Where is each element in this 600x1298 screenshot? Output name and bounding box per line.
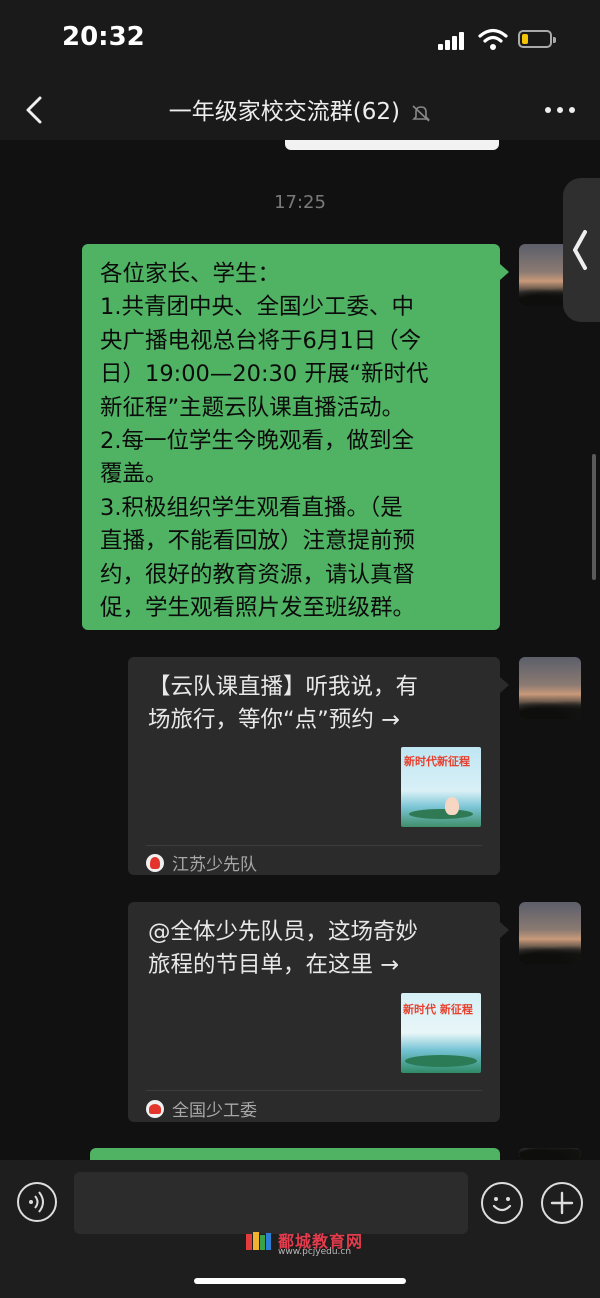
card-title-line: 【云队课直播】听我说，有 <box>148 674 419 700</box>
chat-area[interactable]: 17:25 各位家长、学生： 1.共青团中央、全国少工委、中 央广播电视总台将于… <box>0 140 600 1160</box>
message-line: 直播，不能看回放）注意提前预 <box>100 528 416 555</box>
smiley-face-icon <box>492 1197 512 1212</box>
message-line: 约，很好的教育资源，请认真督 <box>100 561 416 588</box>
site-watermark: 鄱城教育网 www.pcjyedu.cn <box>244 1228 374 1258</box>
announcement-message-bubble[interactable]: 各位家长、学生： 1.共青团中央、全国少工委、中 央广播电视总台将于6月1日（今… <box>82 244 500 630</box>
cellular-signal-icon <box>438 30 466 50</box>
next-message-bubble[interactable] <box>90 1148 500 1160</box>
battery-icon <box>518 30 556 48</box>
card-divider <box>146 1090 482 1091</box>
article-card-title: @全体少先队员，这场奇妙 旅程的节目单，在这里 → <box>148 916 483 982</box>
article-card[interactable]: 【云队课直播】听我说，有 场旅行，等你“点”预约 → 新时代新征程 江苏少先队 <box>128 657 500 875</box>
status-time: 20:32 <box>62 22 145 52</box>
plus-icon <box>550 1191 574 1215</box>
more-options-icon[interactable] <box>542 98 578 122</box>
sender-avatar[interactable] <box>519 657 581 719</box>
message-text-input[interactable] <box>74 1172 468 1234</box>
voice-input-button[interactable] <box>17 1182 57 1222</box>
card-title-line: @全体少先队员，这场奇妙 <box>148 919 419 945</box>
thumbnail-text: 新时代新征程 <box>404 755 470 768</box>
voice-wave-icon <box>29 1191 44 1213</box>
status-bar: 20:32 <box>0 0 600 80</box>
chat-title: 一年级家校交流群(62) <box>168 99 400 125</box>
card-source: 江苏少先队 <box>146 850 257 875</box>
sender-avatar[interactable] <box>519 902 581 964</box>
young-pioneers-logo-icon <box>146 1099 164 1118</box>
chevron-left-icon <box>573 230 587 270</box>
bubble-tail <box>500 677 509 693</box>
message-line: 覆盖。 <box>100 461 168 488</box>
article-card[interactable]: @全体少先队员，这场奇妙 旅程的节目单，在这里 → 新时代 新征程 全国少工委 <box>128 902 500 1122</box>
bubble-tail <box>500 922 509 938</box>
card-source-name: 全国少工委 <box>172 1101 257 1121</box>
chat-title-wrap[interactable]: 一年级家校交流群(62) <box>0 92 600 126</box>
scrollbar[interactable] <box>592 454 596 580</box>
message-line: 促，学生观看照片发至班级群。 <box>100 595 416 622</box>
jiangsu-pioneers-logo-icon <box>146 853 164 872</box>
message-line: 日）19:00—20:30 开展“新时代 <box>100 361 429 388</box>
mute-bell-icon <box>412 104 431 122</box>
message-timestamp: 17:25 <box>274 192 326 213</box>
home-indicator[interactable] <box>194 1278 406 1284</box>
card-divider <box>146 845 482 846</box>
card-title-line: 旅程的节目单，在这里 → <box>148 952 400 978</box>
wifi-icon <box>478 28 508 50</box>
message-line: 各位家长、学生： <box>100 261 281 287</box>
chat-header: 一年级家校交流群(62) <box>0 80 600 140</box>
message-line: 央广播电视总台将于6月1日（今 <box>100 327 422 354</box>
thumbnail-text: 新时代 新征程 <box>403 1003 473 1016</box>
article-thumbnail: 新时代新征程 <box>401 747 481 827</box>
article-card-title: 【云队课直播】听我说，有 场旅行，等你“点”预约 → <box>148 671 483 737</box>
article-thumbnail: 新时代 新征程 <box>401 993 481 1073</box>
card-source-name: 江苏少先队 <box>172 855 257 875</box>
message-line: 2.每一位学生今晚观看，做到全 <box>100 428 414 455</box>
sender-avatar[interactable] <box>519 1148 581 1160</box>
side-panel-handle[interactable] <box>563 178 600 322</box>
previous-message-card[interactable] <box>285 140 499 150</box>
message-line: 1.共青团中央、全国少工委、中 <box>100 294 414 321</box>
emoji-button[interactable] <box>481 1182 523 1224</box>
card-title-line: 场旅行，等你“点”预约 → <box>148 707 400 733</box>
more-functions-button[interactable] <box>541 1182 583 1224</box>
bubble-tail <box>500 264 509 280</box>
book-logo-icon <box>246 1232 271 1250</box>
message-line: 新征程”主题云队课直播活动。 <box>100 394 405 421</box>
watermark-url: www.pcjyedu.cn <box>278 1247 352 1257</box>
message-line: 3.积极组织学生观看直播。（是 <box>100 494 403 521</box>
card-source: 全国少工委 <box>146 1096 257 1121</box>
